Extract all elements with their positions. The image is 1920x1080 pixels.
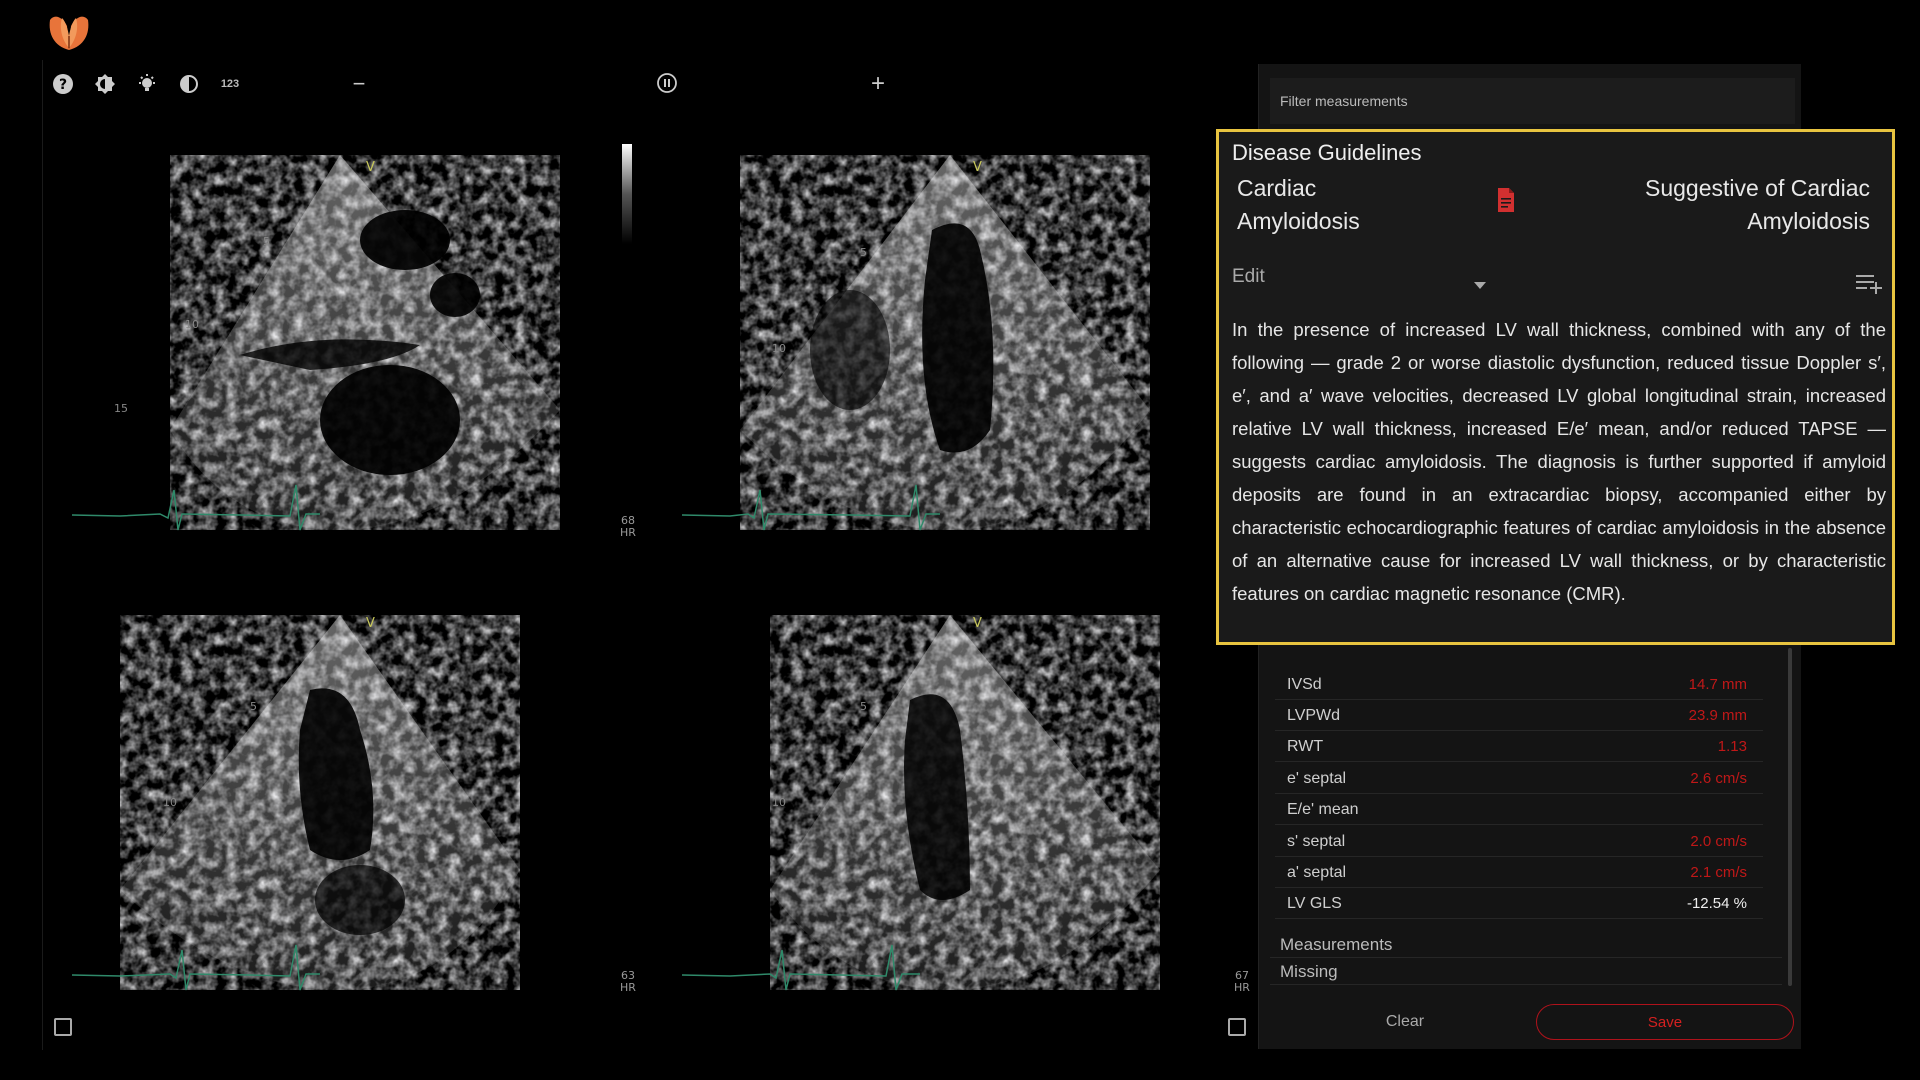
- zoom-out-button[interactable]: −: [347, 71, 371, 96]
- measurement-value: 1.13: [1717, 738, 1747, 755]
- echo-viewport-a3c[interactable]: V 5 10: [670, 590, 1210, 1010]
- ultrasound-image: [681, 155, 1150, 531]
- left-panel-toggle-icon[interactable]: [54, 1018, 72, 1036]
- measurement-row[interactable]: RWT 1.13: [1275, 732, 1763, 762]
- depth-label: 15: [114, 402, 128, 415]
- light-bulb-icon[interactable]: [135, 72, 159, 96]
- ultrasound-image: [681, 615, 1160, 991]
- guidelines-title: Disease Guidelines: [1232, 140, 1422, 165]
- playlist-add-icon[interactable]: [1856, 272, 1884, 294]
- measurement-label: RWT: [1287, 737, 1324, 755]
- save-button[interactable]: Save: [1536, 1004, 1794, 1040]
- help-icon[interactable]: ?: [51, 72, 75, 96]
- ultrasound-image: [71, 155, 560, 531]
- measurement-row[interactable]: a' septal 2.1 cm/s: [1275, 858, 1763, 888]
- measurement-row[interactable]: LV GLS -12.54 %: [1275, 889, 1763, 919]
- clear-button[interactable]: Clear: [1350, 1004, 1460, 1040]
- chevron-down-icon[interactable]: [1474, 282, 1486, 289]
- measurement-row[interactable]: E/e' mean: [1275, 795, 1763, 825]
- gain-scale-bar: [622, 144, 632, 244]
- numbers-button[interactable]: 123: [218, 72, 242, 96]
- guideline-result: Suggestive of Cardiac Amyloidosis: [1644, 175, 1870, 234]
- filter-measurements-input[interactable]: Filter measurements: [1270, 78, 1795, 124]
- depth-label: 10: [772, 342, 786, 355]
- measurement-row[interactable]: IVSd 14.7 mm: [1275, 670, 1763, 700]
- measurement-value: 2.0 cm/s: [1690, 833, 1747, 850]
- orientation-marker: V: [973, 160, 982, 175]
- depth-label: 5: [250, 700, 257, 713]
- heart-rate-unit: HR: [1234, 981, 1250, 994]
- invert-icon[interactable]: [177, 72, 201, 96]
- measurement-label: LVPWd: [1287, 706, 1341, 724]
- measurement-value: 23.9 mm: [1688, 707, 1747, 724]
- svg-text:?: ?: [59, 77, 67, 93]
- orientation-marker: V: [366, 616, 375, 631]
- panel-scrollbar[interactable]: [1788, 648, 1792, 986]
- measurement-row[interactable]: s' septal 2.0 cm/s: [1275, 827, 1763, 857]
- guideline-description: In the presence of increased LV wall thi…: [1232, 319, 1886, 604]
- measurement-label: s' septal: [1287, 832, 1346, 850]
- measurement-value: 14.7 mm: [1688, 676, 1747, 693]
- heart-rate-readout: 63 HR: [620, 970, 636, 994]
- measurement-label: E/e' mean: [1287, 800, 1359, 818]
- orientation-marker: V: [973, 616, 982, 631]
- heart-rate-unit: HR: [620, 526, 636, 539]
- orientation-marker: V: [366, 160, 375, 175]
- missing-section-header[interactable]: Missing: [1270, 959, 1782, 985]
- depth-label: 5: [263, 235, 270, 248]
- measurements-section-header[interactable]: Measurements: [1270, 932, 1782, 958]
- heart-rate-unit: HR: [620, 981, 636, 994]
- measurement-label: IVSd: [1287, 675, 1322, 693]
- echo-viewport-a2c[interactable]: V 5 10: [60, 590, 640, 1010]
- ultrasound-image: [71, 615, 520, 991]
- depth-label: 5: [860, 246, 867, 259]
- depth-label: 10: [163, 796, 177, 809]
- pause-icon[interactable]: [655, 71, 679, 95]
- measurement-label: e' septal: [1287, 769, 1347, 787]
- heart-rate-readout: 67 HR: [1234, 970, 1250, 994]
- measurement-label: LV GLS: [1287, 894, 1342, 912]
- depth-label: 10: [185, 318, 199, 331]
- viewer-divider: [42, 60, 43, 1050]
- heart-rate-readout: 68 HR: [620, 515, 636, 539]
- measurement-value: 2.1 cm/s: [1690, 864, 1747, 881]
- edit-label[interactable]: Edit: [1232, 266, 1265, 288]
- brightness-icon[interactable]: [93, 72, 117, 96]
- depth-label: 5: [860, 700, 867, 713]
- disease-name: Cardiac Amyloidosis: [1237, 175, 1360, 234]
- echo-viewport-a4c[interactable]: V 5 10: [670, 130, 1210, 550]
- right-panel-toggle-icon[interactable]: [1228, 1018, 1246, 1036]
- app-logo: [49, 16, 89, 50]
- measurement-value: 2.6 cm/s: [1690, 770, 1747, 787]
- zoom-in-button[interactable]: +: [866, 70, 890, 97]
- measurement-value: -12.54 %: [1686, 895, 1747, 912]
- measurement-row[interactable]: LVPWd 23.9 mm: [1275, 701, 1763, 731]
- measurement-row[interactable]: e' septal 2.6 cm/s: [1275, 764, 1763, 794]
- echo-viewport-plax[interactable]: V 5 10 15: [60, 130, 640, 550]
- document-icon[interactable]: [1496, 188, 1516, 212]
- depth-label: 10: [772, 796, 786, 809]
- measurement-label: a' septal: [1287, 863, 1347, 881]
